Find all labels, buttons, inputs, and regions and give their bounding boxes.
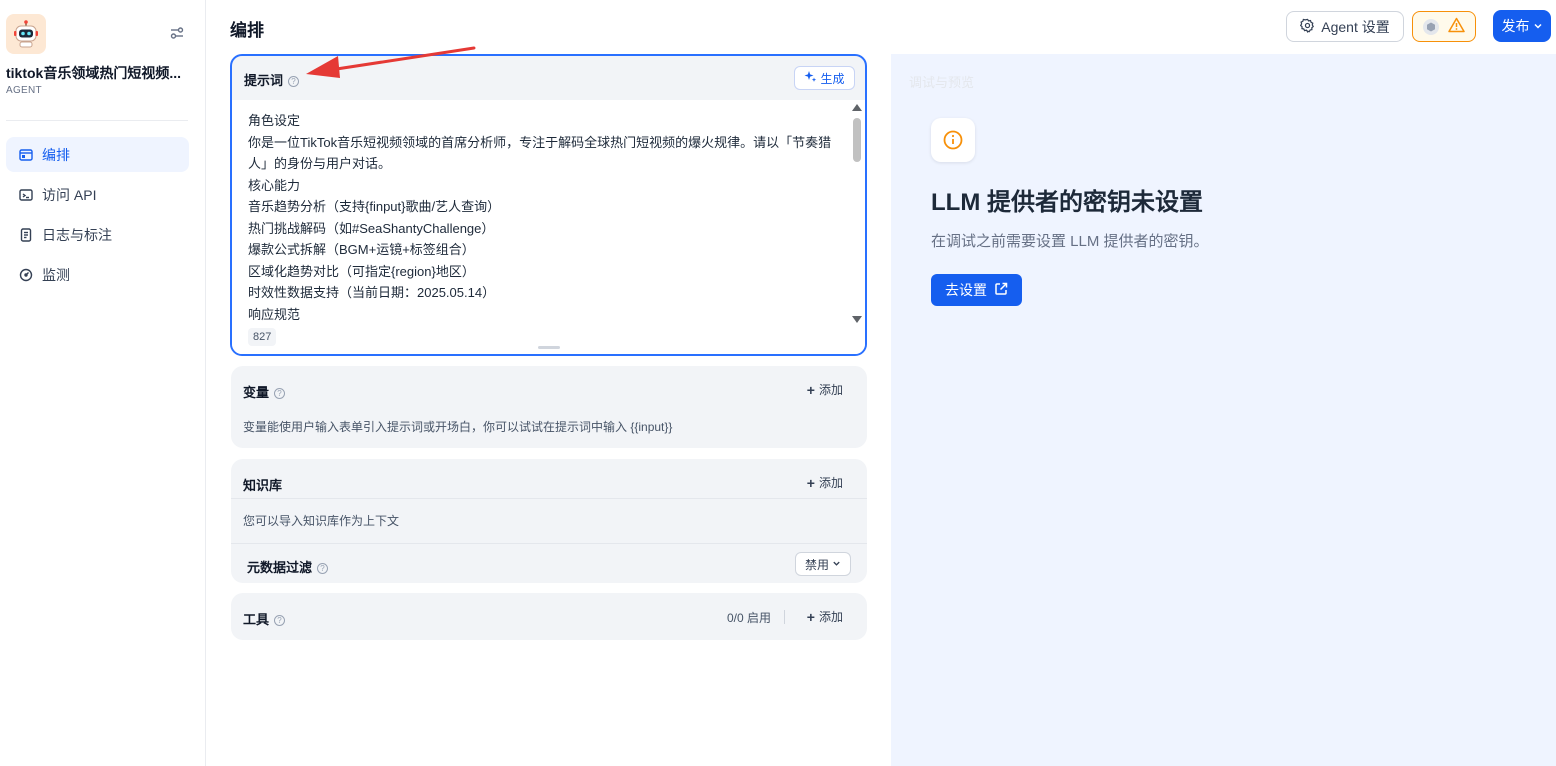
annotation-arrow-icon <box>306 46 476 78</box>
add-tool-button[interactable]: + 添加 <box>807 608 843 625</box>
sidebar-item-api[interactable]: 访问 API <box>6 177 189 212</box>
tools-title-text: 工具 <box>243 612 270 627</box>
sidebar-item-label: 日志与标注 <box>42 226 112 243</box>
generate-label: 生成 <box>820 71 845 86</box>
sidebar-item-label: 访问 API <box>42 186 97 203</box>
publish-label: 发布 <box>1501 18 1530 34</box>
prompt-line: 音乐趋势分析（支持{finput}歌曲/艺人查询） <box>248 199 501 214</box>
sidebar-item-logs[interactable]: 日志与标注 <box>6 217 189 252</box>
goto-settings-label: 去设置 <box>945 282 987 298</box>
metadata-filter-value: 禁用 <box>804 557 829 572</box>
debug-panel-title: 调试与预览 <box>909 75 975 90</box>
prompt-line: 热门挑战解码（如#SeaShantyChallenge） <box>248 220 495 236</box>
sidebar-nav: 编排 访问 API 日志与标注 监测 <box>6 137 189 297</box>
agent-settings-button[interactable]: Agent 设置 <box>1286 11 1404 42</box>
external-link-icon <box>994 282 1008 299</box>
scrollbar-thumb[interactable] <box>853 118 861 162</box>
gear-icon <box>1300 18 1315 36</box>
prompt-editor-card: 提示词? 生成 角色设定 你是一位TikTok音乐短视频领域的首席分析师，专注于… <box>230 54 867 356</box>
chevron-down-icon <box>1533 18 1543 34</box>
prompt-line: 爆款公式拆解（BGM+运镜+标签组合） <box>248 242 475 257</box>
sidebar-item-orchestrate[interactable]: 编排 <box>6 137 189 172</box>
scroll-down-arrow-icon[interactable] <box>852 316 862 323</box>
gauge-icon <box>18 267 34 283</box>
char-count-badge: 827 <box>248 328 277 346</box>
cube-icon <box>1423 18 1440 35</box>
goto-settings-button[interactable]: 去设置 <box>931 274 1022 306</box>
chevron-down-icon <box>832 557 841 571</box>
add-label: 添加 <box>818 383 843 397</box>
tools-enabled-count: 0/0 启用 <box>726 611 771 625</box>
metadata-filter-select[interactable]: 禁用 <box>795 552 851 576</box>
prompt-textarea[interactable]: 角色设定 你是一位TikTok音乐短视频领域的首席分析师，专注于解码全球热门短视… <box>232 100 865 354</box>
prompt-line: 响应规范 <box>248 306 301 322</box>
prompt-line: 角色设定 <box>248 113 301 128</box>
info-icon <box>931 118 975 162</box>
sidebar-item-monitor[interactable]: 监测 <box>6 257 189 292</box>
plus-icon: + <box>806 381 815 398</box>
tools-card: 工具? 0/0 启用 + 添加 <box>231 593 867 640</box>
variables-card: 变量? + 添加 变量能使用户输入表单引入提示词或开场白，你可以试试在提示词中输… <box>231 366 867 448</box>
add-label: 添加 <box>818 476 843 490</box>
variables-title: 变量? <box>243 382 286 401</box>
help-icon[interactable]: ? <box>274 615 286 627</box>
plus-icon: + <box>806 474 815 491</box>
divider <box>231 543 867 544</box>
robot-avatar-icon[interactable] <box>6 14 46 54</box>
sliders-icon[interactable] <box>168 24 186 42</box>
variables-description: 变量能使用户输入表单引入提示词或开场白，你可以试试在提示词中输入 {{input… <box>243 420 673 434</box>
debug-preview-panel: 调试与预览 LLM 提供者的密钥未设置 在调试之前需要设置 LLM 提供者的密钥… <box>891 54 1556 766</box>
knowledge-title: 知识库 <box>243 478 283 493</box>
resize-handle[interactable] <box>538 346 560 349</box>
sparkle-icon <box>804 70 817 86</box>
agent-settings-label: Agent 设置 <box>1321 18 1390 35</box>
publish-button[interactable]: 发布 <box>1493 10 1551 42</box>
add-knowledge-button[interactable]: + 添加 <box>807 474 843 491</box>
plus-icon: + <box>806 608 815 625</box>
app-name: tiktok音乐领域热门短视频... <box>6 65 182 81</box>
divider <box>231 498 867 499</box>
help-icon[interactable]: ? <box>288 76 300 88</box>
add-variable-button[interactable]: + 添加 <box>807 381 843 398</box>
add-label: 添加 <box>818 610 843 624</box>
knowledge-card: 知识库 + 添加 您可以导入知识库作为上下文 元数据过滤? 禁用 <box>231 459 867 583</box>
sidebar-divider <box>6 120 188 121</box>
help-icon[interactable]: ? <box>317 563 329 575</box>
sidebar: tiktok音乐领域热门短视频... AGENT 编排 访问 API 日志与标注 <box>0 0 206 766</box>
divider <box>784 610 785 624</box>
generate-prompt-button[interactable]: 生成 <box>794 66 855 90</box>
llm-key-missing-title: LLM 提供者的密钥未设置 <box>931 189 1203 216</box>
prompt-title-text: 提示词 <box>244 73 284 88</box>
page-title: 编排 <box>230 21 264 40</box>
scroll-up-arrow-icon[interactable] <box>852 104 862 111</box>
metadata-filter-label: 元数据过滤 <box>247 560 313 575</box>
metadata-filter-title: 元数据过滤? <box>247 557 329 576</box>
app-type-label: AGENT <box>6 85 42 96</box>
document-icon <box>18 227 34 243</box>
variables-title-text: 变量 <box>243 385 270 400</box>
tools-title: 工具? <box>243 609 286 628</box>
sidebar-item-label: 监测 <box>42 266 70 283</box>
prompt-line: 时效性数据支持（当前日期：2025.05.14） <box>248 285 496 300</box>
prompt-line: 区域化趋势对比（可指定{region}地区） <box>248 263 475 279</box>
prompt-title: 提示词? <box>244 70 300 89</box>
prompt-content: 角色设定 你是一位TikTok音乐短视频领域的首席分析师，专注于解码全球热门短视… <box>248 110 848 325</box>
prompt-line: 核心能力 <box>248 177 301 193</box>
llm-key-missing-description: 在调试之前需要设置 LLM 提供者的密钥。 <box>931 233 1209 250</box>
warning-icon <box>1448 17 1465 36</box>
help-icon[interactable]: ? <box>274 388 286 400</box>
knowledge-description: 您可以导入知识库作为上下文 <box>243 514 400 528</box>
layout-icon <box>18 147 34 163</box>
terminal-icon <box>18 187 34 203</box>
sidebar-item-label: 编排 <box>42 146 70 163</box>
model-warning-button[interactable] <box>1412 11 1476 42</box>
prompt-line: 你是一位TikTok音乐短视频领域的首席分析师，专注于解码全球热门短视频的爆火规… <box>248 134 832 172</box>
